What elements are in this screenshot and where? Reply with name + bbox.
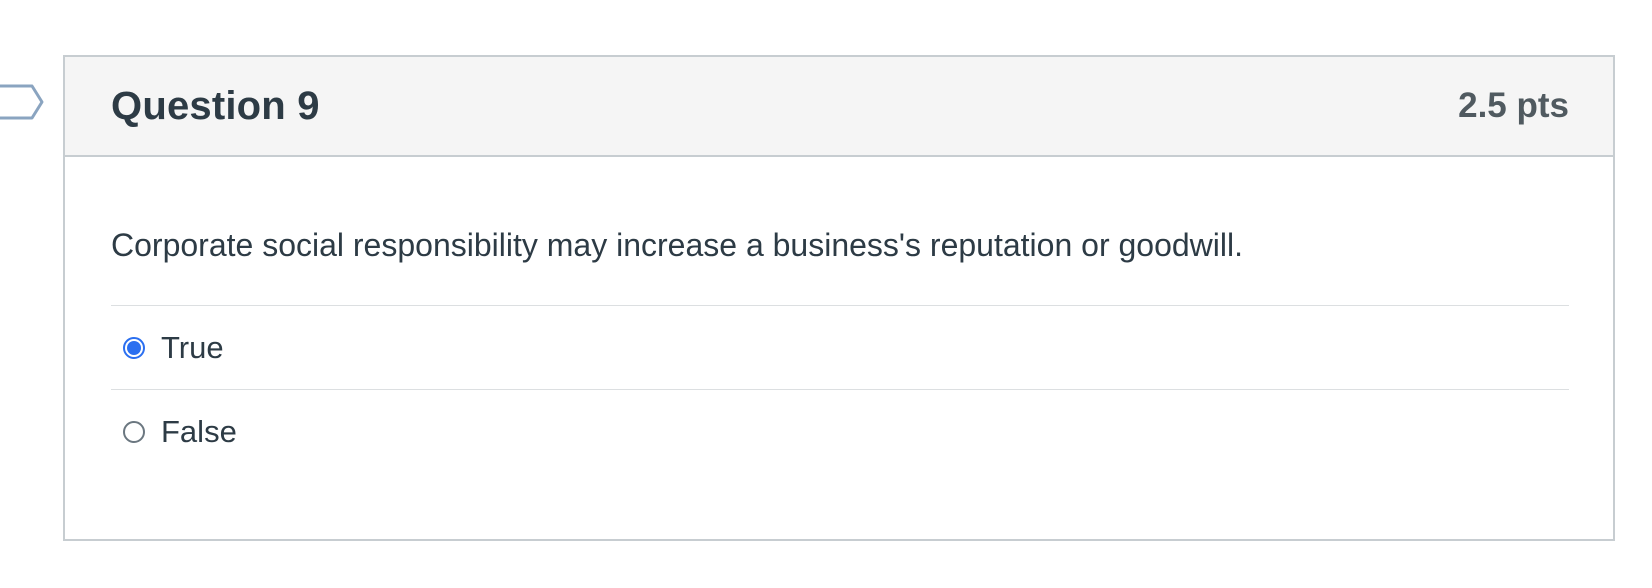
question-body: Corporate social responsibility may incr… <box>65 225 1613 474</box>
answer-option-false[interactable]: False <box>111 390 1569 474</box>
answer-label-false[interactable]: False <box>161 414 237 450</box>
radio-false[interactable] <box>123 421 145 443</box>
question-title: Question 9 <box>111 83 320 128</box>
question-header: Question 9 2.5 pts <box>65 57 1613 157</box>
flag-question-icon[interactable] <box>0 82 46 122</box>
question-text: Corporate social responsibility may incr… <box>111 227 1243 263</box>
radio-true[interactable] <box>123 336 145 359</box>
question-card: Question 9 2.5 pts Corporate social resp… <box>63 55 1615 541</box>
answer-label-true[interactable]: True <box>161 330 224 366</box>
question-points: 2.5 pts <box>1458 86 1569 125</box>
answer-list: True False <box>111 305 1569 474</box>
quiz-page: Question 9 2.5 pts Corporate social resp… <box>0 0 1652 588</box>
answer-option-true[interactable]: True <box>111 306 1569 390</box>
